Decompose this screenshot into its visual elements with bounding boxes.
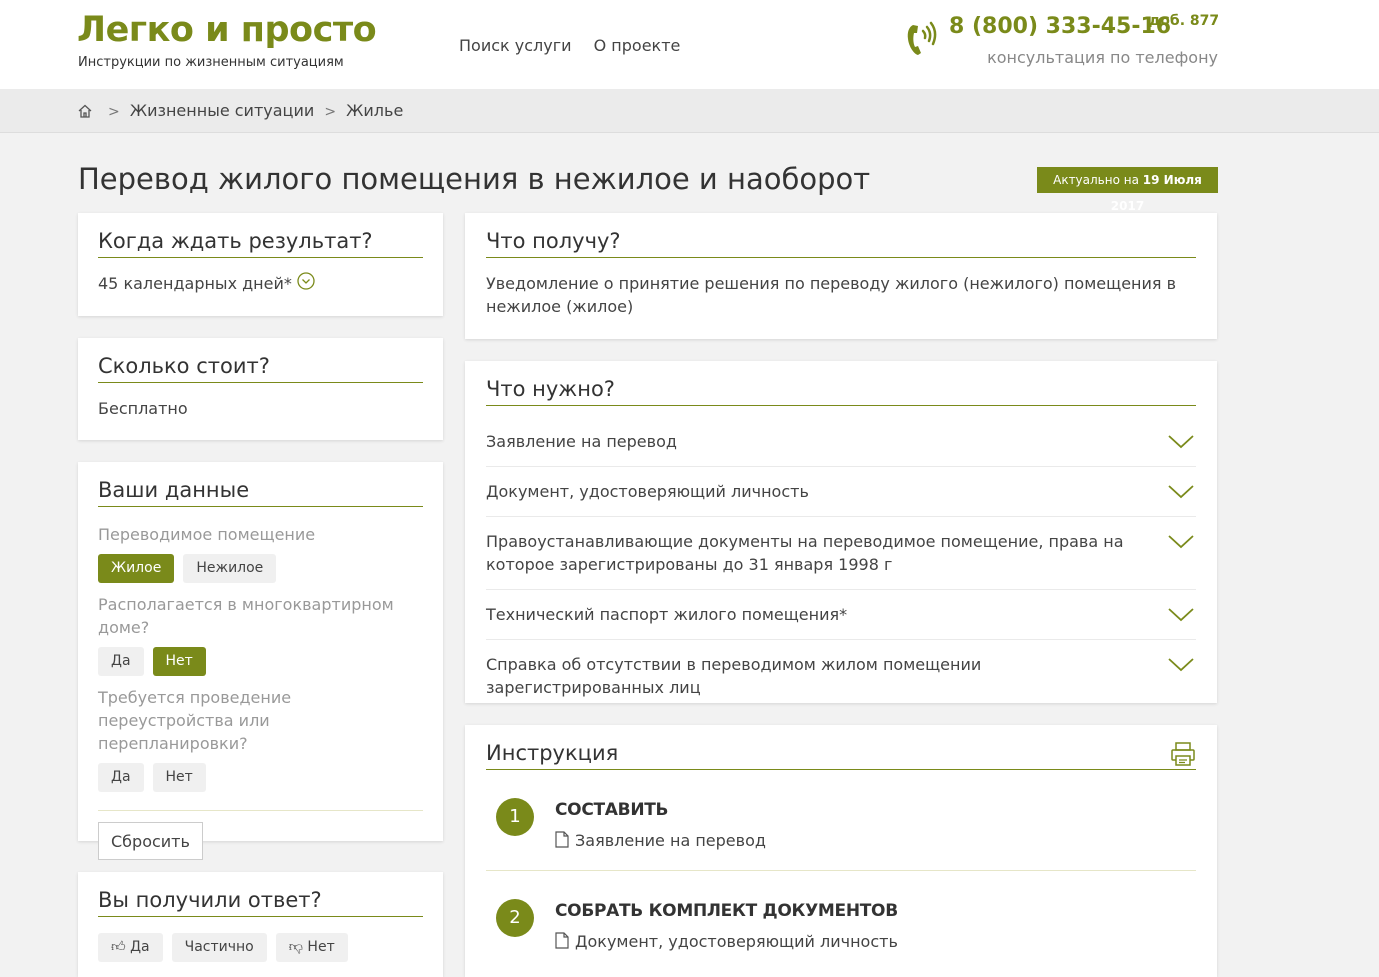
nav-about[interactable]: О проекте	[594, 36, 681, 55]
needed-list: Заявление на перевод Документ, удостовер…	[486, 417, 1196, 712]
q3-option-no[interactable]: Нет	[152, 763, 206, 792]
step-document-label: Заявление на перевод	[575, 831, 766, 850]
instruction-step: 1 СОСТАВИТЬ Заявление на перевод	[486, 770, 1196, 871]
needed-title: Что нужно?	[486, 377, 1196, 406]
phone-note: консультация по телефону	[987, 48, 1218, 67]
instruction-title-text: Инструкция	[486, 741, 619, 765]
step-number: 2	[496, 899, 534, 937]
nav-search-service[interactable]: Поиск услуги	[459, 36, 572, 55]
chevron-circle-icon[interactable]	[297, 272, 315, 293]
feedback-no-label: Нет	[307, 939, 335, 955]
breadcrumb-life-situations[interactable]: Жизненные ситуации	[130, 101, 314, 120]
result-card: Что получу? Уведомление о принятие решен…	[465, 213, 1217, 339]
step-document[interactable]: Заявление на перевод	[555, 831, 1196, 850]
needed-item[interactable]: Технический паспорт жилого помещения*	[486, 590, 1196, 640]
feedback-yes-button[interactable]: 👍︎ Да	[98, 933, 163, 962]
phone-icon	[904, 17, 938, 61]
needed-item[interactable]: Правоустанавливающие документы на перево…	[486, 517, 1196, 590]
when-value: 45 календарных дней*	[98, 274, 292, 293]
step-number: 1	[496, 798, 534, 836]
result-title: Что получу?	[486, 229, 1196, 258]
q2-label: Располагается в многоквартирном доме?	[98, 595, 394, 637]
chevron-down-icon[interactable]	[1168, 485, 1194, 499]
step-document[interactable]: Документ, удостоверяющий личность	[555, 932, 1196, 951]
needed-item[interactable]: Заявление на перевод	[486, 417, 1196, 467]
feedback-yes-label: Да	[130, 939, 150, 955]
breadcrumb-separator: >	[108, 104, 120, 120]
reset-button[interactable]: Сбросить	[98, 822, 203, 860]
q1-label: Переводимое помещение	[98, 525, 316, 544]
chevron-down-icon[interactable]	[1168, 608, 1194, 622]
feedback-title: Вы получили ответ?	[98, 888, 423, 917]
needed-item[interactable]: Справка об отсутствии в переводимом жило…	[486, 640, 1196, 712]
print-icon[interactable]	[1170, 741, 1196, 772]
breadcrumb: > Жизненные ситуации > Жилье	[0, 89, 1379, 133]
needed-item-label: Технический паспорт жилого помещения*	[486, 605, 848, 624]
chevron-down-icon[interactable]	[1168, 535, 1194, 549]
breadcrumb-separator: >	[324, 104, 337, 120]
needed-item-label: Правоустанавливающие документы на перево…	[486, 532, 1124, 574]
main-nav: Поиск услуги О проекте	[459, 36, 697, 55]
when-card: Когда ждать результат? 45 календарных дн…	[78, 213, 443, 316]
your-data-card: Ваши данные Переводимое помещение Жилое …	[78, 462, 443, 860]
feedback-card: Вы получили ответ? 👍︎ Да Частично 👎︎ Нет	[78, 872, 443, 977]
q3-label: Требуется проведение переустройства или …	[98, 688, 292, 753]
divider: Сбросить	[98, 810, 423, 860]
q1-option-nonresidential[interactable]: Нежилое	[183, 554, 277, 583]
thumbs-down-icon: 👎︎	[288, 939, 303, 955]
breadcrumb-housing[interactable]: Жилье	[346, 101, 403, 120]
q3-option-yes[interactable]: Да	[98, 763, 144, 792]
needed-item[interactable]: Документ, удостоверяющий личность	[486, 467, 1196, 517]
needed-item-label: Заявление на перевод	[486, 432, 677, 451]
home-icon[interactable]	[78, 103, 92, 122]
thumbs-up-icon: 👍︎	[111, 939, 126, 955]
instruction-steps: 1 СОСТАВИТЬ Заявление на перевод 2 СОБРА…	[486, 770, 1196, 971]
page-title: Перевод жилого помещения в нежилое и нао…	[78, 162, 871, 196]
chevron-down-icon[interactable]	[1168, 658, 1194, 672]
document-icon	[555, 831, 569, 848]
q1-option-residential[interactable]: Жилое	[98, 554, 175, 583]
cost-card: Сколько стоит? Бесплатно	[78, 338, 443, 440]
phone-extension: доб. 877	[1149, 13, 1220, 29]
cost-title: Сколько стоит?	[98, 354, 423, 383]
needed-item-label: Справка об отсутствии в переводимом жило…	[486, 655, 982, 697]
your-data-title: Ваши данные	[98, 478, 423, 507]
logo-title[interactable]: Легко и просто	[77, 10, 377, 50]
q2-option-no[interactable]: Нет	[152, 647, 206, 676]
cost-value: Бесплатно	[98, 399, 188, 418]
step-document-label: Документ, удостоверяющий личность	[575, 932, 898, 951]
phone-number[interactable]: 8 (800) 333-45-16	[949, 14, 1171, 39]
feedback-partial-button[interactable]: Частично	[171, 933, 267, 962]
feedback-no-button[interactable]: 👎︎ Нет	[275, 933, 348, 962]
actuality-badge: Актуально на 19 Июля 2017	[1037, 167, 1218, 213]
logo-subtitle: Инструкции по жизненным ситуациям	[78, 55, 344, 70]
instruction-card: Инструкция 1 СОСТАВИТЬ Заявление на пере…	[465, 725, 1217, 977]
chevron-down-icon[interactable]	[1168, 435, 1194, 449]
site-header: Легко и просто Инструкции по жизненным с…	[0, 0, 1379, 89]
actuality-prefix: Актуально на	[1053, 173, 1139, 187]
result-text: Уведомление о принятие решения по перево…	[486, 274, 1177, 316]
instruction-title: Инструкция	[486, 741, 1196, 770]
document-icon	[555, 932, 569, 949]
instruction-step: 2 СОБРАТЬ КОМПЛЕКТ ДОКУМЕНТОВ Документ, …	[486, 871, 1196, 971]
q2-option-yes[interactable]: Да	[98, 647, 144, 676]
when-title: Когда ждать результат?	[98, 229, 423, 258]
needed-item-label: Документ, удостоверяющий личность	[486, 482, 809, 501]
step-title: СОБРАТЬ КОМПЛЕКТ ДОКУМЕНТОВ	[555, 901, 898, 921]
step-title: СОСТАВИТЬ	[555, 800, 669, 820]
needed-card: Что нужно? Заявление на перевод Документ…	[465, 361, 1217, 703]
